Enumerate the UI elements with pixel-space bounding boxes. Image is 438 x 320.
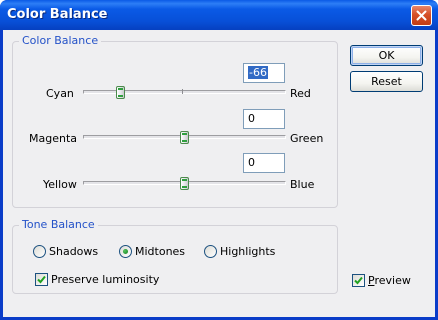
highlights-label[interactable]: Highlights <box>220 245 275 258</box>
color-balance-group-label: Color Balance <box>19 35 102 47</box>
checkmark-icon <box>354 276 363 285</box>
yellow-blue-value: 0 <box>248 156 255 169</box>
title-bar[interactable]: Color Balance <box>0 0 438 30</box>
magenta-green-value: 0 <box>248 112 255 125</box>
magenta-green-value-field[interactable]: 0 <box>243 109 285 129</box>
shadows-label[interactable]: Shadows <box>49 245 98 258</box>
cyan-red-slider-thumb[interactable] <box>116 86 125 99</box>
highlights-radio[interactable] <box>204 245 217 258</box>
preserve-luminosity-checkbox[interactable] <box>35 273 48 286</box>
magenta-green-slider-thumb[interactable] <box>180 131 189 144</box>
preserve-luminosity-label[interactable]: Preserve luminosity <box>51 273 159 286</box>
green-label: Green <box>290 132 324 145</box>
window-title: Color Balance <box>7 7 108 22</box>
midtones-label[interactable]: Midtones <box>135 245 185 258</box>
reset-button[interactable]: Reset <box>350 71 423 92</box>
cyan-label: Cyan <box>46 87 74 100</box>
yellow-blue-slider-thumb[interactable] <box>180 177 189 190</box>
dialog-body: Color Balance -66 Cyan Red 0 Magenta Gre… <box>3 30 435 317</box>
yellow-label: Yellow <box>43 178 77 191</box>
close-button[interactable] <box>411 5 432 26</box>
preview-label[interactable]: Preview <box>368 274 411 287</box>
close-icon <box>416 10 427 21</box>
ok-button[interactable]: OK <box>350 45 423 66</box>
midtones-radio[interactable] <box>119 245 132 258</box>
shadows-radio[interactable] <box>33 245 46 258</box>
blue-label: Blue <box>290 178 315 191</box>
cyan-red-value-field[interactable]: -66 <box>243 63 285 83</box>
dialog-window: Color Balance Color Balance -66 Cyan Red… <box>0 0 438 320</box>
cyan-red-value: -66 <box>248 66 268 79</box>
tone-balance-group-label: Tone Balance <box>19 219 98 231</box>
red-label: Red <box>290 87 311 100</box>
cyan-red-slider-tick <box>182 89 183 94</box>
checkmark-icon <box>37 275 46 284</box>
yellow-blue-value-field[interactable]: 0 <box>243 153 285 173</box>
preview-checkbox[interactable] <box>352 274 365 287</box>
magenta-label: Magenta <box>29 132 78 145</box>
cyan-red-slider-track[interactable] <box>83 90 286 94</box>
